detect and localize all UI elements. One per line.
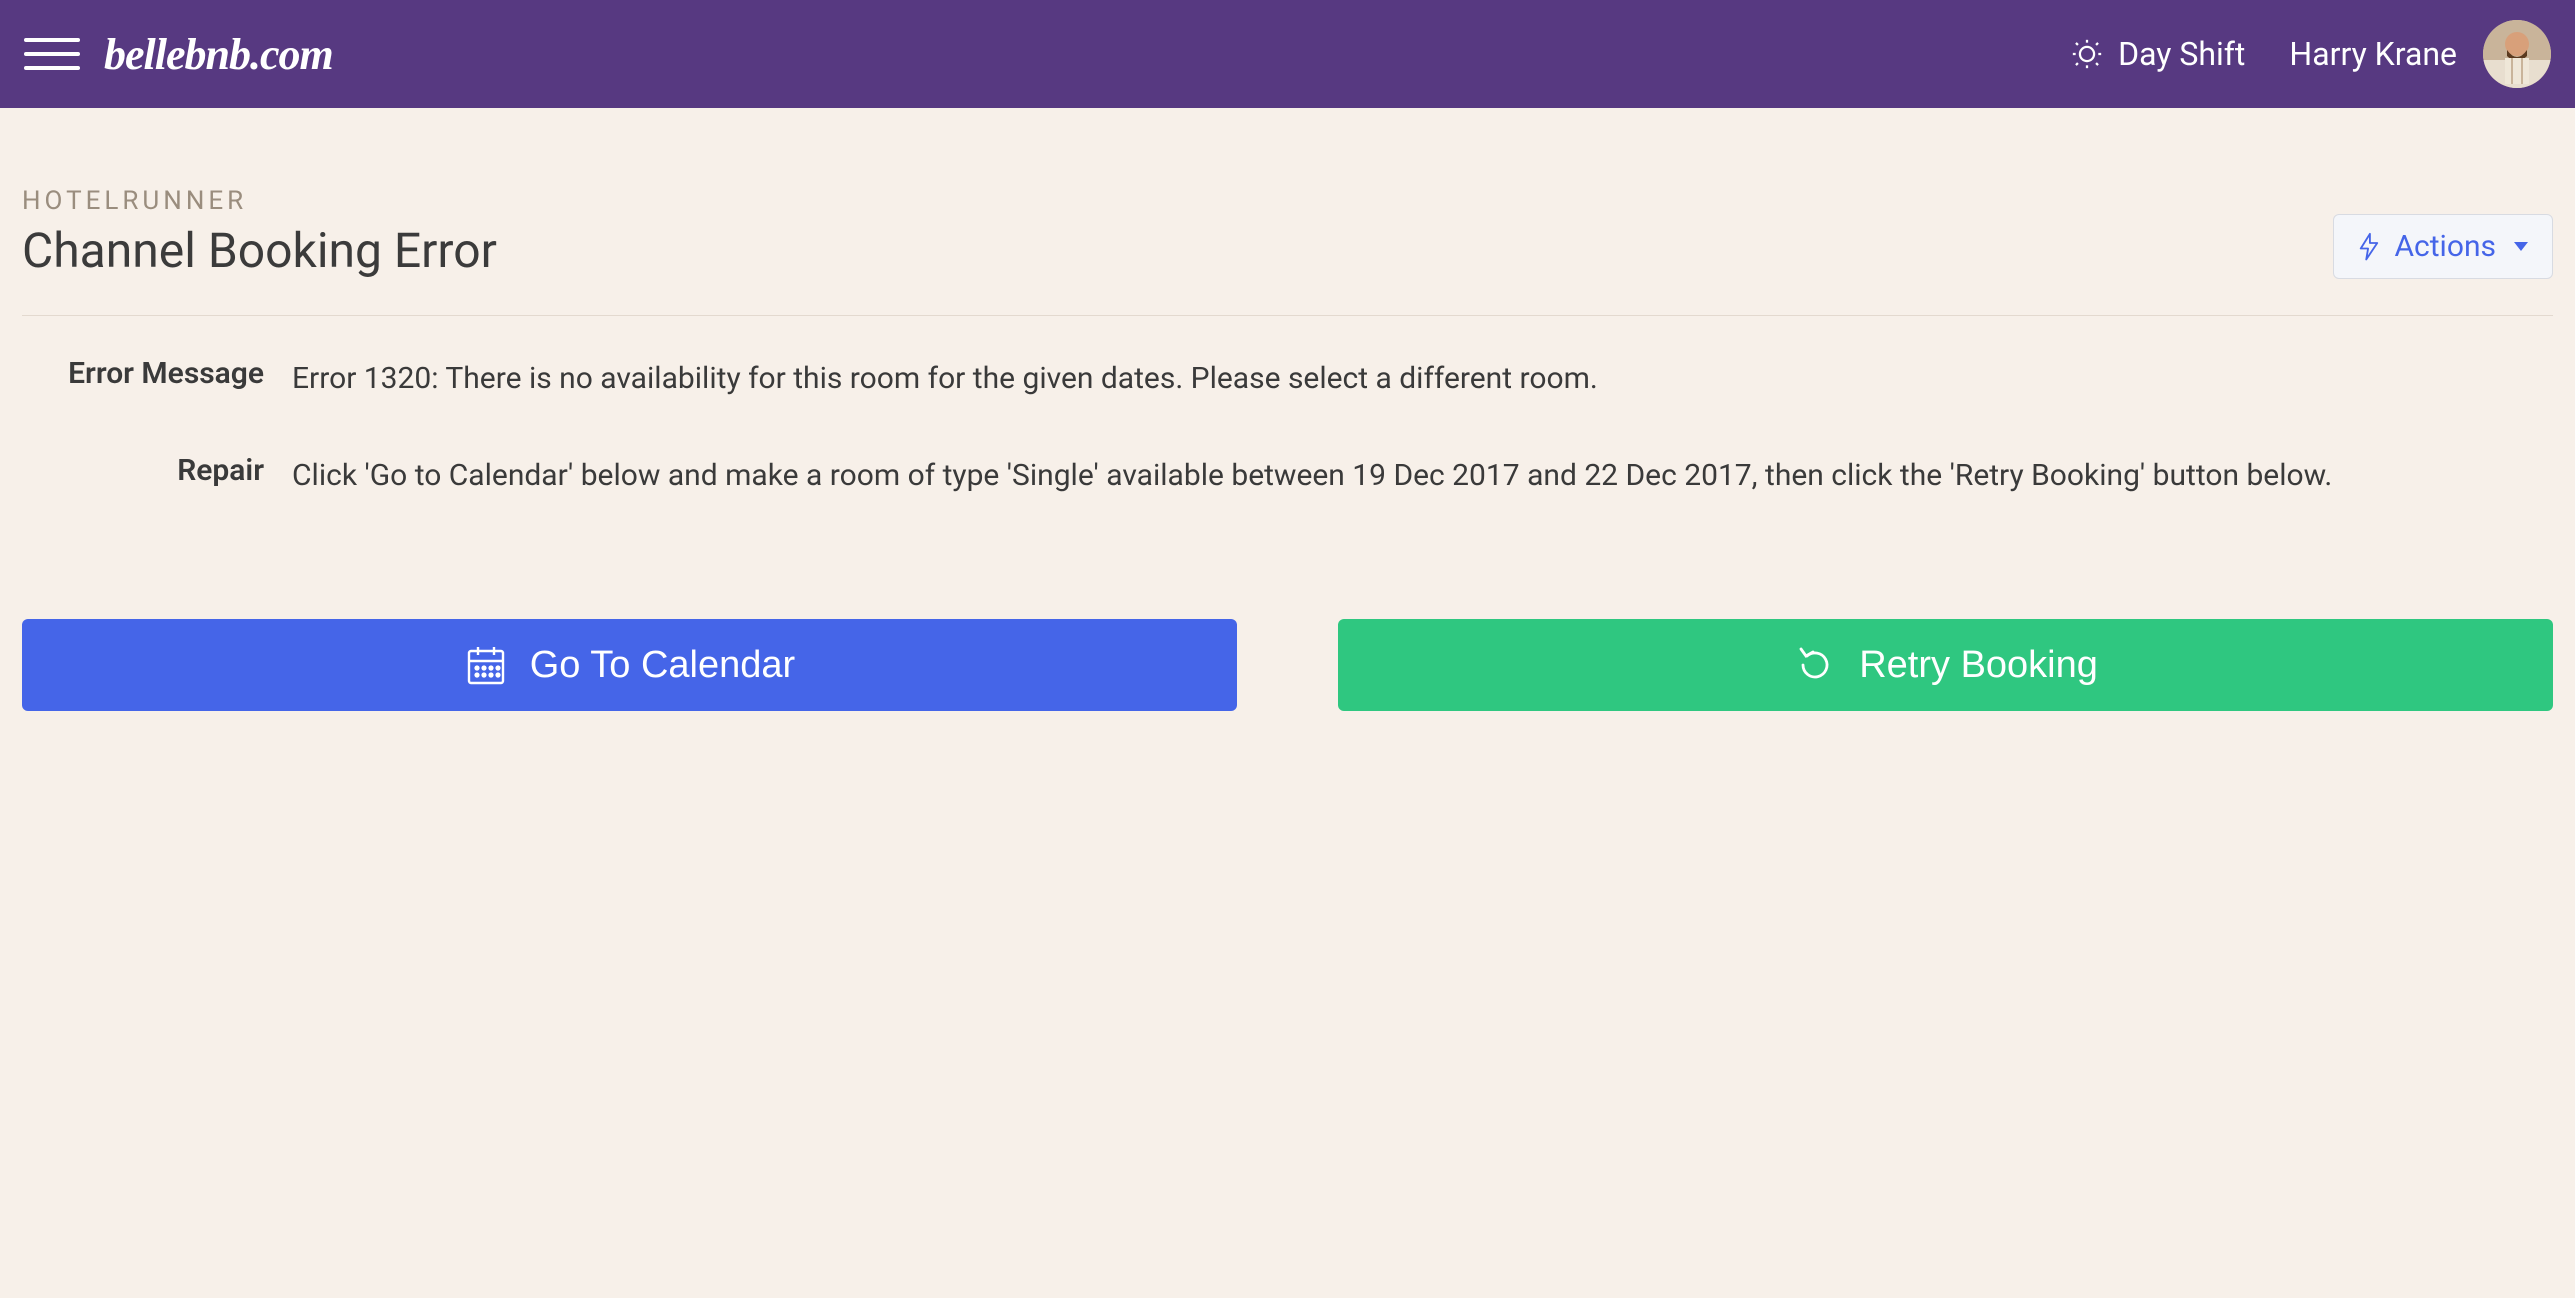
calendar-icon xyxy=(464,643,508,687)
menu-button[interactable] xyxy=(24,26,80,82)
avatar[interactable] xyxy=(2483,20,2551,88)
repair-value: Click 'Go to Calendar' below and make a … xyxy=(292,453,2553,500)
retry-booking-label: Retry Booking xyxy=(1859,644,2098,687)
error-message-row: Error Message Error 1320: There is no av… xyxy=(22,316,2553,413)
button-row: Go To Calendar Retry Booking xyxy=(22,619,2553,711)
retry-icon xyxy=(1793,643,1837,687)
go-to-calendar-label: Go To Calendar xyxy=(530,644,795,687)
error-message-label: Error Message xyxy=(22,356,292,391)
page-eyebrow: HOTELRUNNER xyxy=(22,186,497,216)
brand-logo[interactable]: bellebnb.com xyxy=(104,29,333,80)
sun-icon xyxy=(2070,37,2104,71)
actions-label: Actions xyxy=(2394,229,2496,264)
error-message-value: Error 1320: There is no availability for… xyxy=(292,356,2553,403)
repair-row: Repair Click 'Go to Calendar' below and … xyxy=(22,413,2553,510)
shift-label: Day Shift xyxy=(2118,35,2245,73)
go-to-calendar-button[interactable]: Go To Calendar xyxy=(22,619,1237,711)
retry-booking-button[interactable]: Retry Booking xyxy=(1338,619,2553,711)
page-header: HOTELRUNNER Channel Booking Error Action… xyxy=(22,186,2553,316)
page-title: Channel Booking Error xyxy=(22,222,497,279)
caret-down-icon xyxy=(2514,242,2528,251)
lightning-icon xyxy=(2358,232,2380,262)
user-name[interactable]: Harry Krane xyxy=(2289,35,2457,73)
page-body: HOTELRUNNER Channel Booking Error Action… xyxy=(0,108,2575,751)
actions-dropdown[interactable]: Actions xyxy=(2333,214,2553,279)
top-bar: bellebnb.com Day Shift Harry Krane xyxy=(0,0,2575,108)
repair-label: Repair xyxy=(22,453,292,488)
shift-selector[interactable]: Day Shift xyxy=(2070,35,2245,73)
